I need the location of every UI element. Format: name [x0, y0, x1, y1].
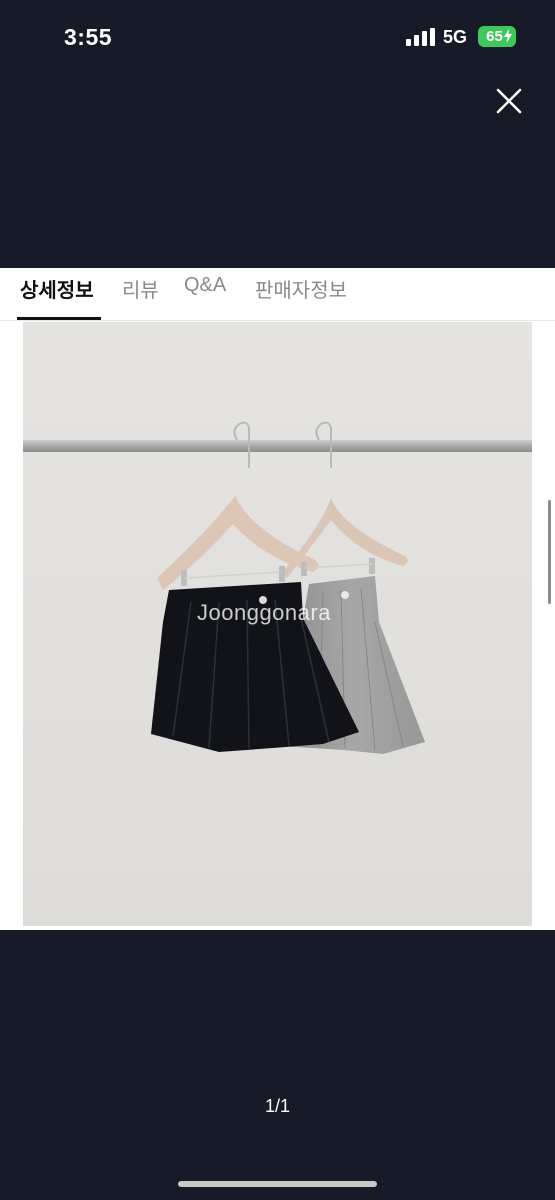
tab-bar: 상세정보 리뷰 Q&A 판매자정보	[0, 268, 555, 321]
battery-icon: 65	[478, 26, 516, 47]
watermark-text: Joonggonara	[197, 600, 331, 625]
product-image[interactable]: Joonggonara	[23, 322, 532, 926]
status-time: 3:55	[64, 24, 113, 50]
tab-qna[interactable]: Q&A	[184, 274, 226, 311]
tab-detail-info[interactable]: 상세정보	[20, 274, 94, 317]
active-tab-indicator	[17, 317, 101, 320]
product-detail-sheet: 상세정보 리뷰 Q&A 판매자정보 Joonggonara	[0, 268, 555, 930]
charging-bolt-icon	[504, 29, 512, 43]
status-bar: 3:55 5G 65	[0, 0, 555, 75]
close-icon[interactable]	[494, 86, 524, 116]
home-indicator[interactable]	[178, 1181, 377, 1187]
signal-icon	[406, 28, 435, 46]
network-label: 5G	[443, 27, 468, 47]
image-pager: 1/1	[264, 1096, 291, 1116]
tab-seller-info[interactable]: 판매자정보	[255, 274, 347, 317]
tab-reviews[interactable]: 리뷰	[122, 274, 159, 317]
vertical-scrollbar[interactable]	[548, 500, 551, 604]
battery-level: 65	[486, 28, 503, 45]
